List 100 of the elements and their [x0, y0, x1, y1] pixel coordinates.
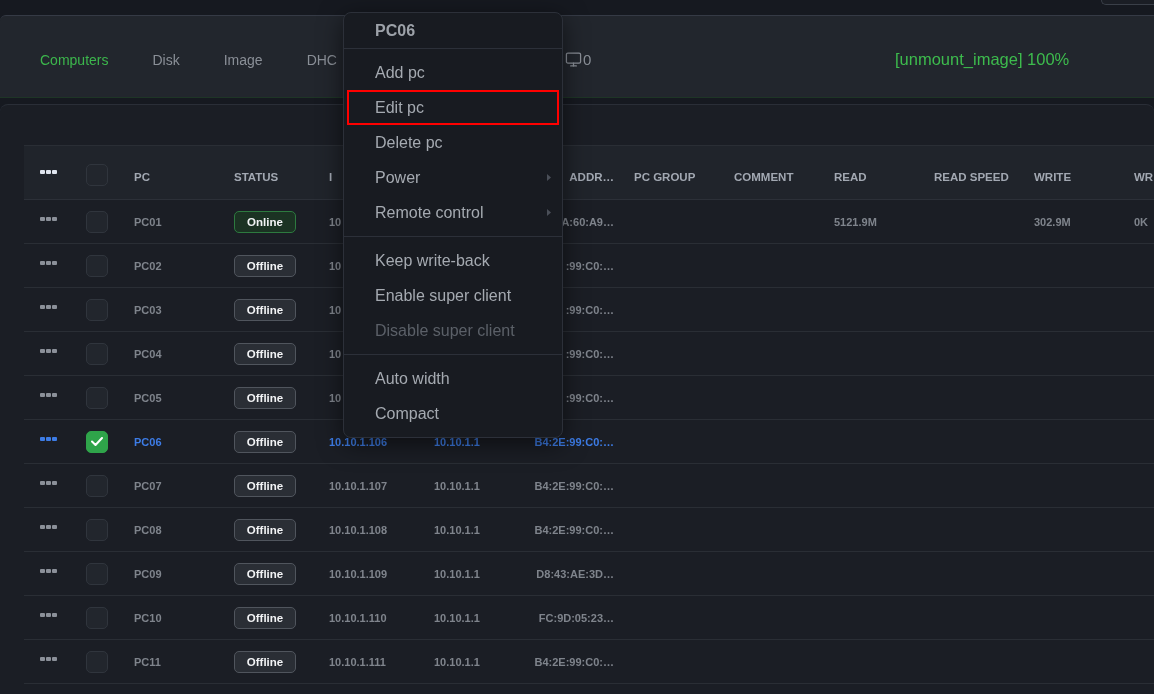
menu-item[interactable]: Power — [347, 160, 559, 195]
status-badge: Offline — [234, 606, 296, 629]
table-cell: 10.10.1.109 — [329, 567, 388, 580]
table-cell: PC08 — [134, 523, 162, 536]
column-header[interactable]: COMMENT — [734, 170, 794, 183]
table-cell: 10.10.1.1 — [434, 611, 480, 624]
menu-item[interactable]: Keep write-back — [347, 243, 559, 278]
table-cell: 10.10.1.106 — [329, 435, 388, 448]
column-header[interactable]: ADDR… — [569, 170, 614, 183]
row-checkbox[interactable] — [86, 254, 108, 277]
more-icon[interactable] — [39, 481, 57, 485]
table-cell: 10.10.1.1 — [434, 435, 480, 448]
column-header[interactable]: I — [329, 170, 333, 183]
table-cell: 302.9M — [1034, 215, 1071, 228]
table-cell: :99:C0:… — [565, 259, 614, 272]
nav-tab[interactable]: DHC — [306, 51, 337, 68]
table-cell: B4:2E:99:C0:… — [534, 435, 614, 448]
table-cell: 10 — [329, 259, 342, 272]
menu-item[interactable]: Enable super client — [347, 278, 559, 313]
menu-title: PC06 — [374, 20, 417, 41]
row-checkbox[interactable] — [86, 518, 108, 541]
status-badge: Offline — [234, 298, 296, 321]
table-cell: 10 — [329, 303, 342, 316]
table-cell: PC01 — [134, 215, 162, 228]
row-checkbox[interactable] — [86, 298, 108, 321]
check-icon — [91, 437, 103, 446]
table-cell: 10.10.1.1 — [434, 567, 480, 580]
table-cell: PC02 — [134, 259, 162, 272]
status-badge: Offline — [234, 650, 296, 673]
more-icon[interactable] — [39, 217, 57, 221]
input-field[interactable] — [1101, 0, 1154, 5]
menu-item[interactable]: Auto width — [347, 361, 559, 396]
table-cell: PC11 — [134, 655, 161, 668]
table-cell: 0K — [1134, 215, 1149, 228]
row-checkbox[interactable] — [86, 386, 108, 409]
menu-item[interactable]: Delete pc — [347, 125, 559, 160]
table-cell: :99:C0:… — [565, 303, 614, 316]
more-icon[interactable] — [39, 525, 57, 529]
more-icon[interactable] — [39, 657, 57, 661]
column-header[interactable]: WR — [1134, 170, 1154, 183]
status-badge: Online — [234, 210, 296, 233]
table-cell: PC10 — [134, 611, 162, 624]
row-checkbox[interactable] — [86, 210, 108, 233]
table-cell: 10.10.1.1 — [434, 655, 480, 668]
row-checkbox[interactable] — [86, 650, 108, 673]
more-icon[interactable] — [39, 305, 57, 309]
more-icon[interactable] — [39, 613, 57, 617]
row-checkbox[interactable] — [86, 474, 108, 497]
more-icon[interactable] — [39, 261, 57, 265]
column-header[interactable]: READ — [834, 170, 867, 183]
nav-tab[interactable]: Computers — [40, 51, 109, 68]
row-checkbox[interactable] — [86, 606, 108, 629]
table-cell: 10.10.1.110 — [329, 611, 387, 624]
column-header[interactable]: WRITE — [1034, 170, 1072, 183]
table-cell: A:60:A9… — [561, 215, 614, 228]
table-cell: D8:43:AE:3D… — [536, 567, 614, 580]
table-cell: B4:2E:99:C0:… — [534, 655, 614, 668]
task-status: [unmount_image] 100% — [895, 50, 1070, 69]
column-header[interactable]: READ SPEED — [934, 170, 1009, 183]
table-cell: B4:2E:99:C0:… — [534, 479, 614, 492]
more-icon[interactable] — [39, 349, 57, 353]
row-checkbox[interactable] — [86, 342, 108, 365]
table-cell: 10.10.1.107 — [329, 479, 388, 492]
menu-item[interactable]: Edit pc — [347, 90, 559, 125]
menu-item[interactable]: Remote control — [347, 195, 559, 230]
status-badge: Offline — [234, 342, 296, 365]
more-icon[interactable] — [39, 569, 57, 573]
status-badge: Offline — [234, 430, 296, 453]
table-cell: :99:C0:… — [565, 391, 614, 404]
menu-item[interactable]: Compact — [347, 396, 559, 431]
submenu-caret-icon — [547, 174, 551, 181]
status-badge: Offline — [234, 386, 296, 409]
table-cell: PC06 — [134, 435, 162, 448]
table-cell: PC07 — [134, 479, 162, 492]
table-cell: 5121.9M — [834, 215, 877, 228]
more-icon[interactable] — [39, 393, 57, 397]
table-cell: PC04 — [134, 347, 162, 360]
menu-item[interactable]: Add pc — [347, 55, 559, 90]
column-header[interactable]: PC — [134, 170, 150, 183]
table-cell: 10.10.1.111 — [329, 655, 386, 668]
status-badge: Offline — [234, 562, 296, 585]
table-cell: PC05 — [134, 391, 162, 404]
table-cell: 10 — [329, 391, 342, 404]
nav-tab[interactable]: Image — [223, 51, 263, 68]
status-badge: Offline — [234, 474, 296, 497]
row-checkbox[interactable] — [86, 430, 108, 453]
submenu-caret-icon — [547, 209, 551, 216]
column-header[interactable]: STATUS — [234, 170, 279, 183]
table-cell: 10 — [329, 215, 342, 228]
row-checkbox[interactable] — [86, 562, 108, 585]
status-badge: Offline — [234, 254, 296, 277]
table-cell: 10 — [329, 347, 342, 360]
table-cell: 10.10.1.1 — [434, 523, 480, 536]
table-cell: PC09 — [134, 567, 162, 580]
more-icon[interactable] — [39, 170, 57, 174]
table-cell: 10.10.1.1 — [434, 479, 480, 492]
table-cell: PC03 — [134, 303, 162, 316]
nav-tab[interactable]: Disk — [152, 51, 180, 68]
table-cell: 10.10.1.108 — [329, 523, 388, 536]
column-header[interactable]: PC GROUP — [634, 170, 696, 183]
